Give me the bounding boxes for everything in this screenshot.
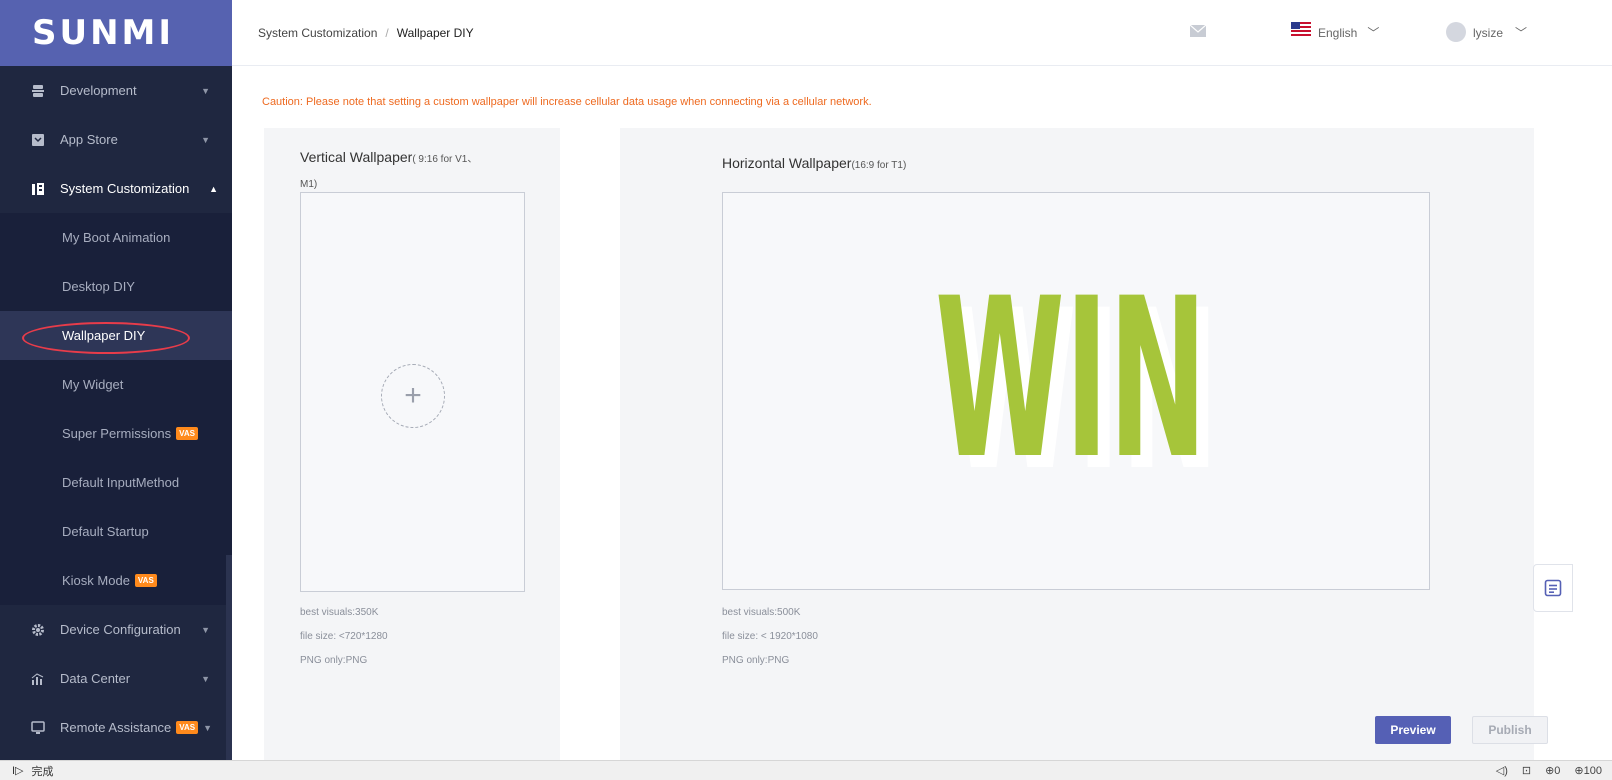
caution-text: Caution: Please note that setting a cust…: [262, 96, 872, 108]
status-play-icon[interactable]: I▷: [12, 764, 24, 777]
horizontal-file-size: file size: < 1920*1080: [722, 631, 818, 642]
sidebar-item-app-store[interactable]: App Store ▼: [0, 115, 232, 164]
main-content: Caution: Please note that setting a cust…: [232, 66, 1612, 762]
status-right: ◁) ⊡ ⊕0 ⊕100: [1496, 764, 1602, 777]
caret-down-icon: ▼: [201, 673, 210, 684]
sidebar-item-label: App Store: [60, 132, 118, 147]
sidebar-item-system-customization[interactable]: System Customization ▲: [0, 164, 232, 213]
breadcrumb-system-customization[interactable]: System Customization: [258, 26, 377, 40]
preview-button[interactable]: Preview: [1375, 716, 1451, 744]
vertical-wallpaper-title: Vertical Wallpaper( 9:16 for V1、 M1): [300, 146, 477, 196]
us-flag-icon[interactable]: [1291, 22, 1311, 41]
sidebar-item-default-inputmethod[interactable]: Default InputMethod: [0, 458, 232, 507]
feedback-button[interactable]: [1533, 564, 1573, 612]
vertical-best-visuals: best visuals:350K: [300, 607, 379, 618]
red-highlight-oval: [22, 322, 190, 354]
status-left: I▷ 完成: [0, 763, 54, 779]
zoom-indicator[interactable]: ⊕100: [1574, 764, 1602, 777]
caret-down-icon: ▼: [201, 85, 210, 96]
app-store-icon: [30, 132, 46, 148]
language-label: English: [1318, 25, 1358, 40]
sidebar-item-remote-assistance[interactable]: Remote Assistance VAS ▼: [0, 703, 232, 752]
sidebar-item-wallpaper-diy[interactable]: Wallpaper DIY: [0, 311, 232, 360]
horizontal-png-only: PNG only:PNG: [722, 655, 790, 666]
logo-area[interactable]: SUNMI: [0, 0, 232, 66]
sidebar-item-label: My Boot Animation: [62, 230, 171, 245]
sidebar-item-label: Data Center: [60, 671, 131, 686]
system-customization-submenu: My Boot Animation Desktop DIY Wallpaper …: [0, 213, 232, 605]
sidebar-item-my-boot-animation[interactable]: My Boot Animation: [0, 213, 232, 262]
user-menu[interactable]: lysize ﹀: [1473, 24, 1527, 41]
username: lysize: [1473, 25, 1504, 40]
sidebar-item-default-startup[interactable]: Default Startup: [0, 507, 232, 556]
sidebar-menu-bottom: Device Configuration ▼ Data Center ▼ Rem…: [0, 605, 232, 752]
sidebar-item-desktop-diy[interactable]: Desktop DIY: [0, 262, 232, 311]
vertical-title-note: ( 9:16 for V1、: [412, 154, 478, 165]
vertical-png-only: PNG only:PNG: [300, 655, 368, 666]
plus-icon[interactable]: +: [381, 364, 445, 428]
development-icon: [30, 83, 46, 99]
horizontal-title-text: Horizontal Wallpaper: [722, 155, 852, 171]
sidebar-item-my-widget[interactable]: My Widget: [0, 360, 232, 409]
sidebar-item-label: My Widget: [62, 377, 124, 392]
vas-badge: VAS: [134, 574, 157, 587]
vas-badge: VAS: [176, 427, 198, 440]
chevron-down-icon: ﹀: [1515, 26, 1528, 40]
sidebar-item-device-configuration[interactable]: Device Configuration ▼: [0, 605, 232, 654]
breadcrumb: System Customization / Wallpaper DIY: [258, 26, 474, 40]
win-text: WIN: [935, 251, 1207, 507]
sidebar-item-label: Super Permissions: [62, 426, 172, 441]
sidebar-item-super-permissions[interactable]: Super Permissions VAS: [0, 409, 232, 458]
vas-badge: VAS: [176, 721, 199, 734]
horizontal-wallpaper-title: Horizontal Wallpaper(16:9 for T1): [722, 152, 906, 177]
horizontal-title-note: (16:9 for T1): [851, 160, 907, 171]
caret-up-icon: ▲: [209, 183, 218, 194]
speaker-icon[interactable]: ◁): [1496, 764, 1508, 777]
sidebar-item-label: Default Startup: [62, 524, 149, 539]
sidebar-item-label: System Customization: [60, 181, 190, 196]
monitor-icon: [30, 720, 46, 736]
publish-button[interactable]: Publish: [1472, 716, 1548, 744]
sidebar-item-label: Kiosk Mode: [62, 573, 130, 588]
sidebar: SUNMI Development ▼ App Store ▼ System C…: [0, 0, 232, 760]
horizontal-info: best visuals:500K file size: < 1920*1080…: [722, 601, 818, 673]
sidebar-menu: Development ▼ App Store ▼ System Customi…: [0, 66, 232, 213]
chevron-down-icon: ﹀: [1367, 26, 1380, 40]
sidebar-item-development[interactable]: Development ▼: [0, 66, 232, 115]
top-header: System Customization / Wallpaper DIY Eng…: [232, 0, 1612, 66]
mail-icon[interactable]: [1189, 24, 1207, 42]
horizontal-upload-area[interactable]: WIN WIN: [722, 192, 1430, 590]
status-text: 完成: [31, 765, 54, 778]
zoom-value: 100: [1583, 765, 1602, 777]
horizontal-best-visuals: best visuals:500K: [722, 607, 801, 618]
win-wallpaper-image: WIN WIN: [935, 251, 1219, 519]
sunmi-logo: SUNMI: [32, 13, 175, 53]
system-customization-icon: [30, 181, 46, 197]
avatar[interactable]: [1446, 22, 1466, 42]
sidebar-item-label: Desktop DIY: [62, 279, 135, 294]
vertical-title-text: Vertical Wallpaper: [300, 149, 413, 165]
gear-icon: [30, 622, 46, 638]
chart-icon: [30, 671, 46, 687]
breadcrumb-wallpaper-diy: Wallpaper DIY: [396, 25, 474, 40]
feedback-icon: [1544, 579, 1562, 597]
sidebar-item-label: Device Configuration: [60, 622, 181, 637]
sidebar-item-data-center[interactable]: Data Center ▼: [0, 654, 232, 703]
caret-down-icon: ▼: [201, 624, 210, 635]
sidebar-item-label: Development: [60, 83, 137, 98]
caret-down-icon: ▼: [203, 722, 212, 733]
vertical-title-note-2: M1): [300, 179, 318, 190]
sidebar-item-label: Default InputMethod: [62, 475, 180, 490]
sidebar-item-kiosk-mode[interactable]: Kiosk Mode VAS: [0, 556, 232, 605]
vertical-info: best visuals:350K file size: <720*1280 P…: [300, 601, 388, 673]
language-selector[interactable]: English ﹀: [1318, 24, 1379, 41]
breadcrumb-separator: /: [385, 25, 389, 40]
caret-down-icon: ▼: [201, 134, 210, 145]
counter-icon[interactable]: ⊕0: [1545, 764, 1560, 777]
vertical-file-size: file size: <720*1280: [300, 631, 388, 642]
sidebar-item-label: Remote Assistance: [60, 720, 172, 735]
security-icon[interactable]: ⊡: [1522, 764, 1531, 777]
browser-status-bar: I▷ 完成 ◁) ⊡ ⊕0 ⊕100: [0, 760, 1612, 780]
